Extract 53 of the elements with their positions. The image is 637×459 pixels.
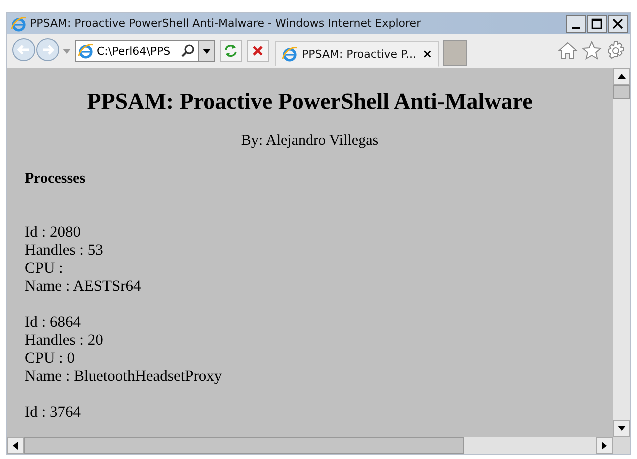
scroll-right-button[interactable] xyxy=(596,437,613,454)
page-icon xyxy=(282,46,298,62)
right-arrow-icon xyxy=(602,442,607,450)
maximize-icon xyxy=(591,18,603,30)
settings-icon[interactable] xyxy=(606,41,626,61)
vertical-scrollbar[interactable] xyxy=(613,68,630,437)
process-field: Name : BluetoothHeadsetProxy xyxy=(25,368,595,386)
star-icon[interactable] xyxy=(582,41,602,61)
dropdown-button[interactable] xyxy=(198,41,214,61)
scroll-thumb[interactable] xyxy=(613,85,630,99)
up-arrow-icon xyxy=(618,74,626,79)
horizontal-scrollbar[interactable] xyxy=(7,437,613,454)
byline: By: Alejandro Villegas xyxy=(240,132,380,150)
scrollbar-corner xyxy=(613,437,630,454)
refresh-button[interactable] xyxy=(220,40,242,62)
process-field: Id : 6864 xyxy=(25,314,595,332)
stop-icon xyxy=(251,44,265,58)
process-field: Id : 3764 xyxy=(25,404,595,422)
scroll-up-button[interactable] xyxy=(613,68,630,85)
page-heading: PPSAM: Proactive PowerShell Anti-Malware xyxy=(86,88,534,116)
process-field: Name : AESTSr64 xyxy=(25,278,595,296)
stop-button[interactable] xyxy=(247,40,269,62)
minimize-button[interactable] xyxy=(566,14,586,32)
down-arrow-icon xyxy=(618,426,626,431)
back-button[interactable] xyxy=(11,38,37,64)
close-icon xyxy=(612,18,624,30)
process-field: Handles : 20 xyxy=(25,332,595,350)
scroll-left-button[interactable] xyxy=(7,437,24,454)
address-field[interactable]: C:\Perl64\PPS xyxy=(75,40,215,62)
caret-icon xyxy=(202,48,210,54)
forward-button[interactable] xyxy=(35,38,61,64)
process-field: Handles : 53 xyxy=(25,242,595,260)
process-field: CPU : xyxy=(25,260,595,278)
close-button[interactable] xyxy=(608,14,628,32)
minimize-icon xyxy=(572,26,580,28)
page-icon xyxy=(78,43,94,59)
window-title: PPSAM: Proactive PowerShell Anti-Malware - Windows Internet Explorer xyxy=(30,17,422,30)
scroll-thumb[interactable] xyxy=(24,437,464,454)
refresh-icon xyxy=(224,44,238,58)
section-heading: Processes xyxy=(25,170,87,188)
scroll-down-button[interactable] xyxy=(613,420,630,437)
process-field: Id : 2080 xyxy=(25,224,595,242)
caret-icon[interactable] xyxy=(63,48,71,54)
tab-close-button[interactable]: × xyxy=(420,47,435,61)
tab-title: PPSAM: Proactive P... xyxy=(302,48,416,60)
home-icon[interactable] xyxy=(558,41,578,61)
process-field: CPU : 0 xyxy=(25,350,595,368)
browser-tab[interactable]: PPSAM: Proactive P... × xyxy=(275,41,439,67)
address-input[interactable]: C:\Perl64\PPS xyxy=(94,44,179,58)
left-arrow-icon xyxy=(13,442,18,450)
browser-logo-icon xyxy=(11,16,27,32)
maximize-button[interactable] xyxy=(587,14,607,32)
search-icon[interactable] xyxy=(181,44,195,58)
